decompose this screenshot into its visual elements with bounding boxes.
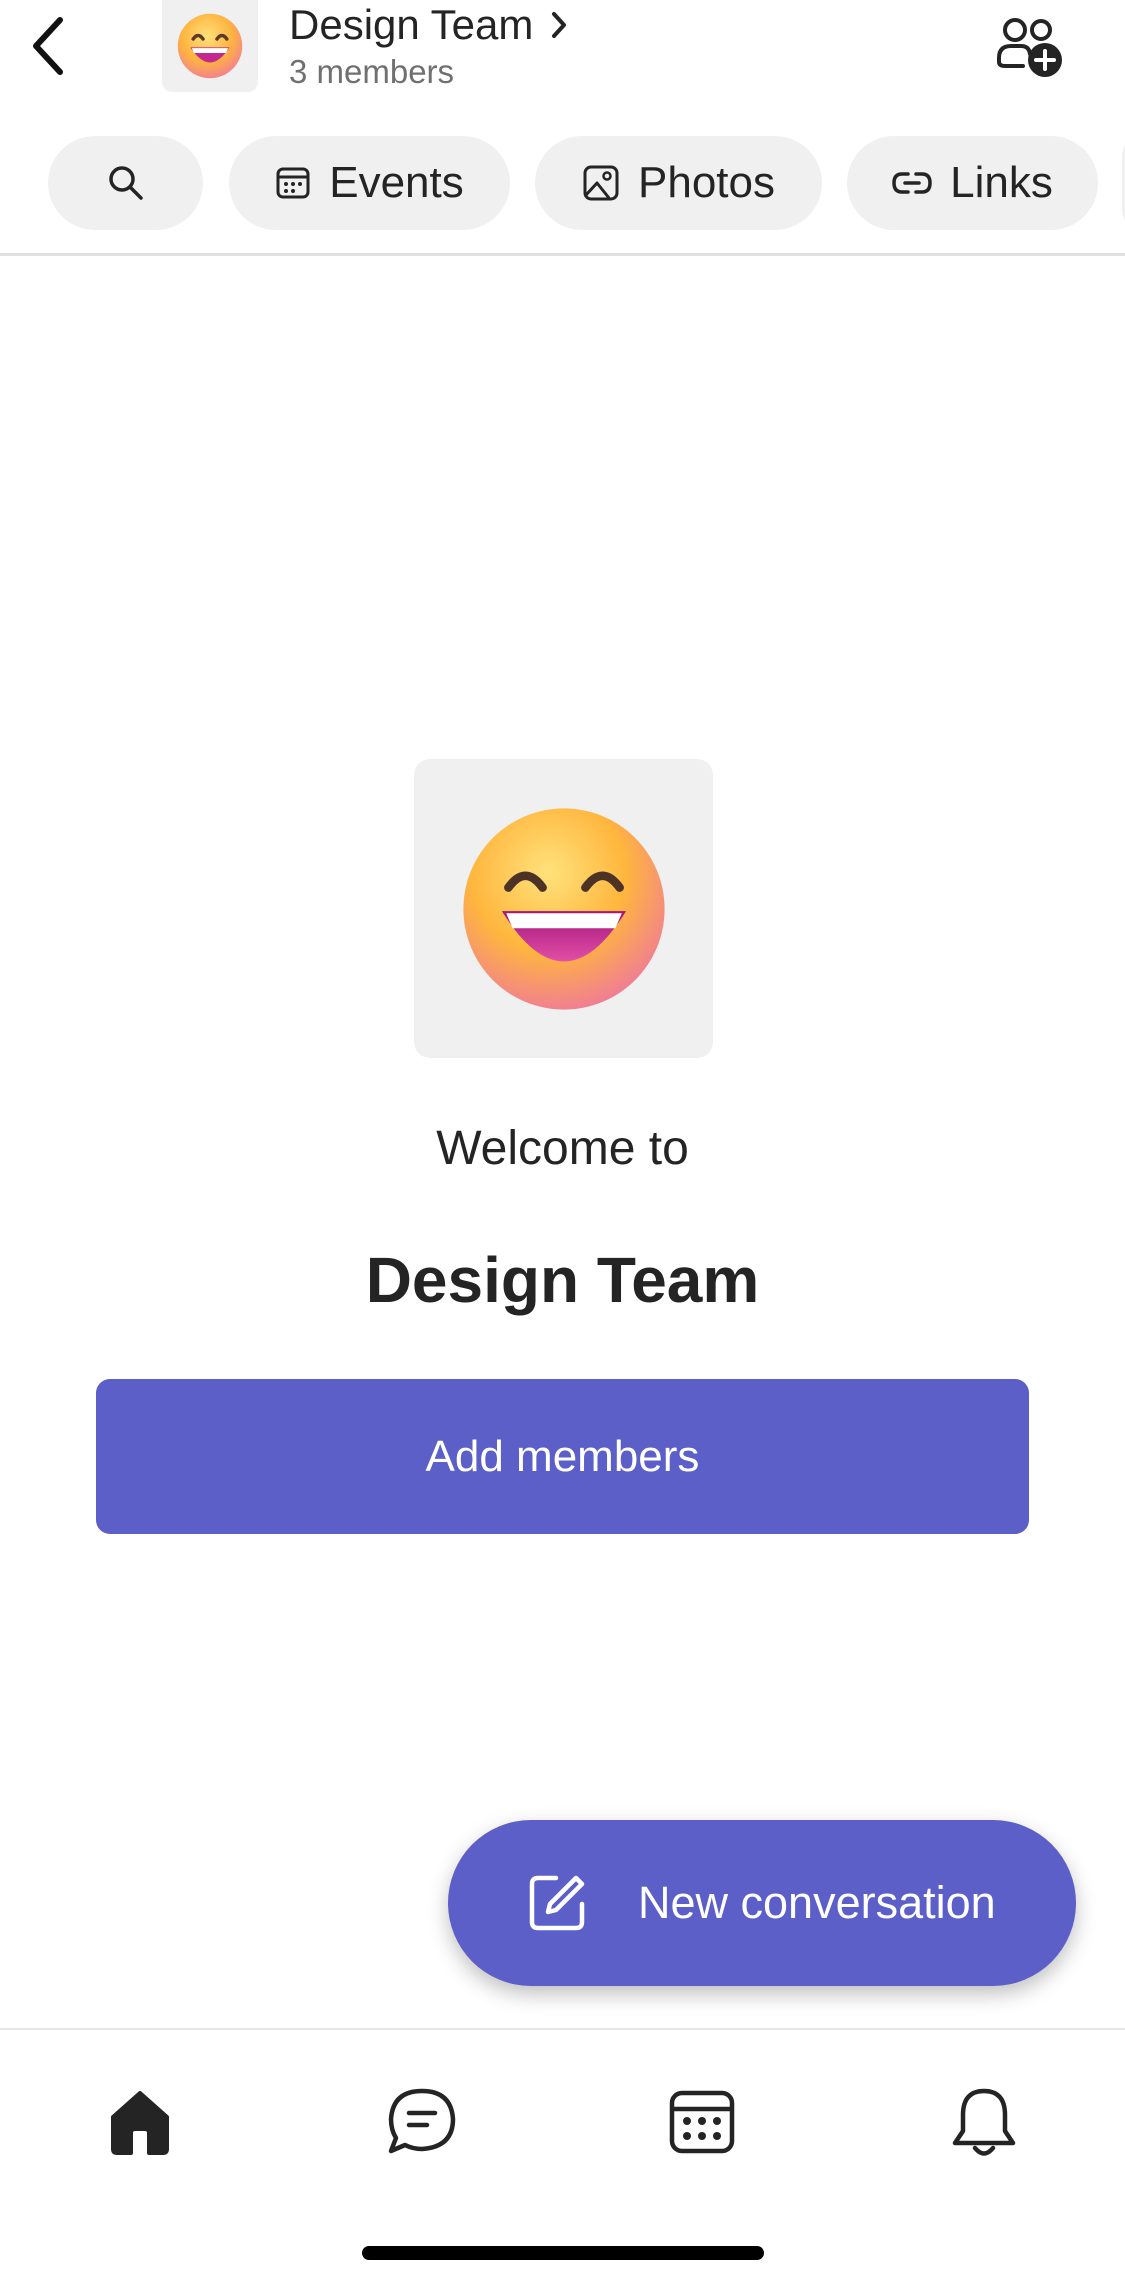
chip-links-label: Links	[950, 158, 1053, 207]
chevron-left-icon	[33, 17, 63, 75]
grinning-face-icon	[177, 13, 243, 79]
calendar-icon	[669, 2090, 735, 2154]
tab-home[interactable]	[90, 2072, 190, 2172]
chip-photos[interactable]: Photos	[535, 136, 822, 230]
new-conversation-label: New conversation	[638, 1877, 996, 1928]
new-conversation-button[interactable]: New conversation	[448, 1820, 1076, 1986]
tab-calendar[interactable]	[652, 2072, 752, 2172]
welcome-avatar	[414, 759, 713, 1058]
compose-icon	[526, 1872, 588, 1934]
link-icon	[892, 172, 932, 194]
chat-icon	[388, 2088, 456, 2154]
chip-photos-label: Photos	[638, 158, 775, 207]
add-members-button[interactable]: Add members	[96, 1379, 1029, 1534]
back-button[interactable]	[18, 10, 78, 82]
filter-chips: Events Photos Links	[0, 136, 1125, 232]
header: Design Team 3 members	[0, 0, 1125, 110]
chevron-right-icon	[552, 12, 567, 38]
search-icon	[108, 166, 143, 200]
people-add-icon	[997, 18, 1062, 77]
member-count[interactable]: 3 members	[289, 52, 454, 92]
bell-icon	[952, 2088, 1016, 2156]
home-indicator	[362, 2246, 764, 2260]
chip-events[interactable]: Events	[229, 136, 510, 230]
chip-events-label: Events	[329, 158, 464, 207]
chips-divider	[0, 253, 1125, 256]
chip-links[interactable]: Links	[847, 136, 1098, 230]
welcome-title: Design Team	[365, 1244, 760, 1316]
tab-activity[interactable]	[934, 2072, 1034, 2172]
add-members-label: Add members	[425, 1431, 700, 1481]
tab-chat[interactable]	[372, 2072, 472, 2172]
calendar-icon	[276, 167, 310, 199]
chip-search[interactable]	[48, 136, 203, 230]
home-icon	[111, 2091, 169, 2155]
add-people-button[interactable]	[990, 12, 1070, 84]
grinning-face-icon	[462, 807, 665, 1010]
group-title[interactable]: Design Team	[289, 0, 567, 50]
group-avatar[interactable]	[162, 0, 258, 92]
image-icon	[583, 165, 619, 201]
welcome-intro: Welcome to	[436, 1122, 689, 1175]
group-title-text: Design Team	[289, 1, 534, 48]
